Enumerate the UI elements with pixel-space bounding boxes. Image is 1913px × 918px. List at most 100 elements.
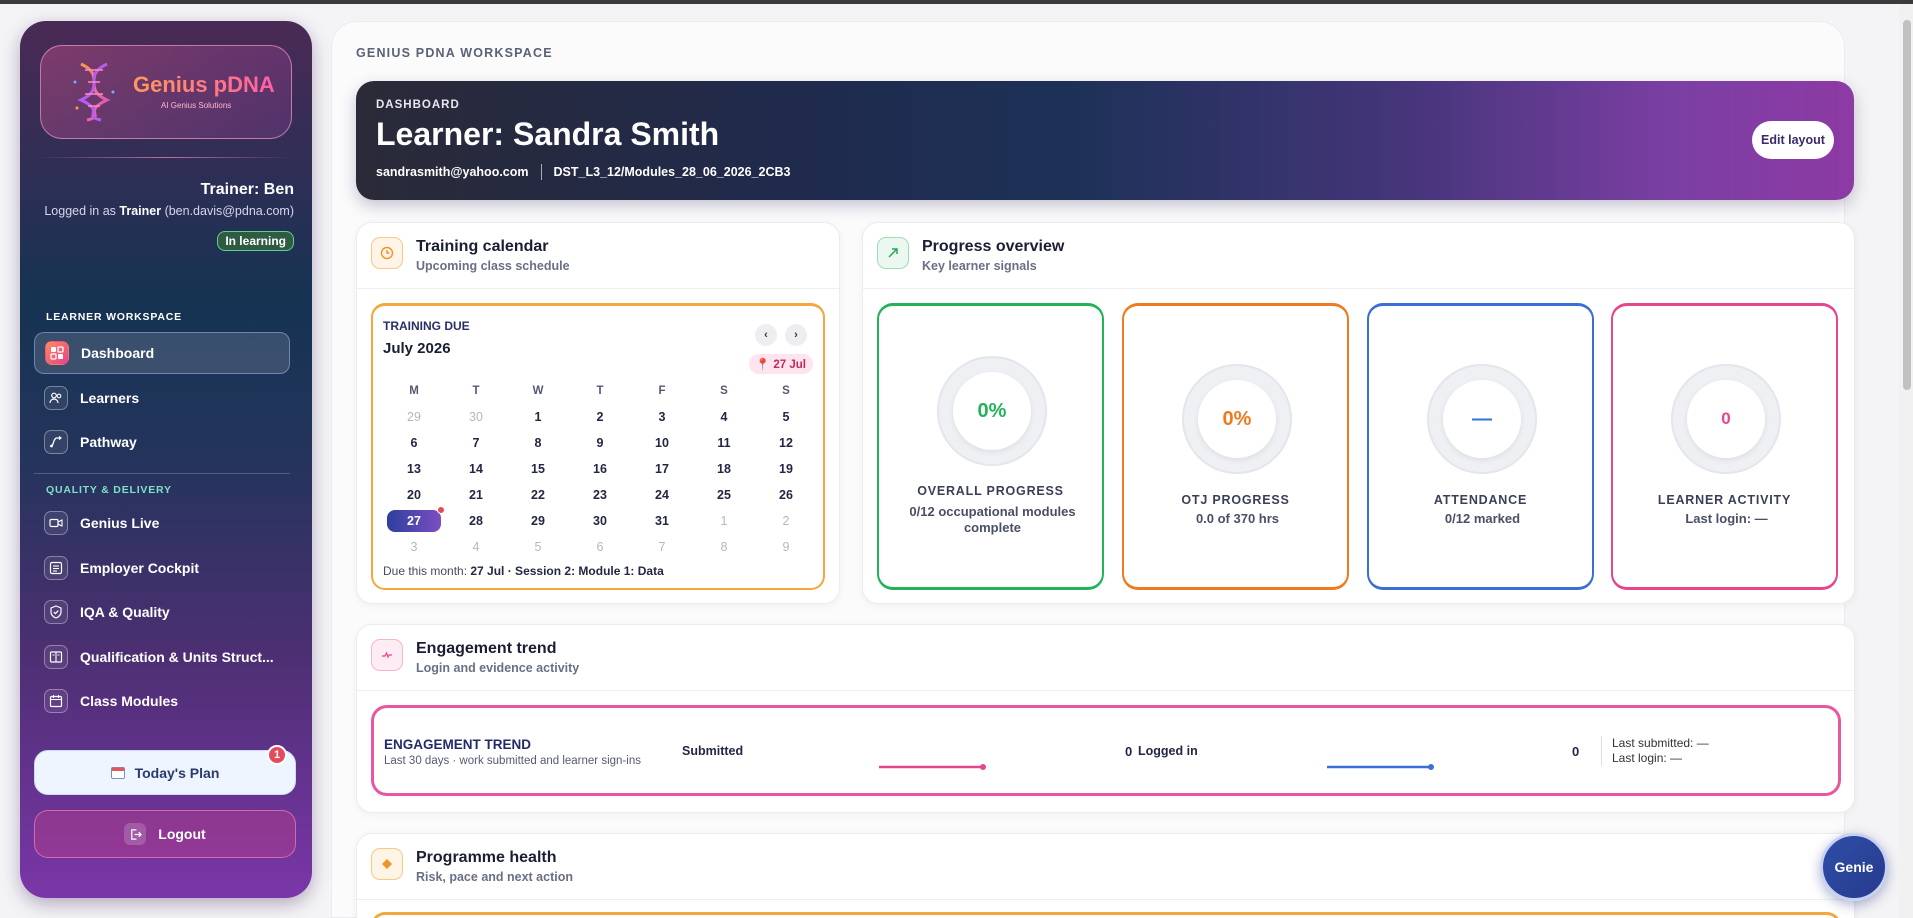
sidebar-item-pathway[interactable]: Pathway — [34, 421, 290, 463]
calendar-day[interactable]: 12 — [755, 436, 817, 450]
calendar-day[interactable]: 7 — [445, 436, 507, 450]
logged-in-prefix: Logged in as — [44, 204, 120, 218]
dna-logo-icon — [73, 62, 115, 122]
calendar-footer: Due this month: 27 Jul · Session 2: Modu… — [383, 564, 664, 578]
calendar-day[interactable]: 27 — [383, 506, 445, 532]
learner-meta: sandrasmith@yahoo.com DST_L3_12/Modules_… — [376, 164, 790, 180]
event-dot — [437, 506, 445, 514]
sidebar-item-employer-cockpit[interactable]: Employer Cockpit — [34, 547, 290, 589]
pin-icon: 📍 — [755, 359, 774, 371]
calendar-day[interactable]: 31 — [631, 514, 693, 528]
window-top-border — [0, 0, 1913, 4]
calendar-day[interactable]: 5 — [507, 540, 569, 554]
weekday-label: T — [596, 385, 604, 397]
calendar-day[interactable]: 6 — [569, 540, 631, 554]
sidebar-item-genius-live[interactable]: Genius Live — [34, 502, 290, 544]
calendar-day[interactable]: 10 — [631, 436, 693, 450]
calendar-day[interactable]: 22 — [507, 488, 569, 502]
calendar-day[interactable]: 30 — [445, 410, 507, 424]
calendar-icon — [44, 689, 68, 713]
next-month-button[interactable]: › — [785, 324, 807, 346]
calendar-day[interactable]: 3 — [383, 540, 445, 554]
calendar-day[interactable]: 2 — [755, 514, 817, 528]
sidebar-item-class-modules[interactable]: Class Modules — [34, 680, 290, 722]
sidebar-item-iqa-quality[interactable]: IQA & Quality — [34, 591, 290, 633]
brand-subtitle: AI Genius Solutions — [161, 101, 232, 110]
metric-label: ATTENDANCE — [1433, 493, 1528, 507]
last-activity: Last submitted: — Last login: — — [1601, 736, 1709, 766]
calendar-week-row: 6 7 8 9 10 11 12 — [383, 430, 817, 456]
metric-attendance[interactable]: — ATTENDANCE 0/12 marked — [1367, 303, 1594, 590]
calendar-day[interactable]: 3 — [631, 410, 693, 424]
calendar-day[interactable]: 7 — [631, 540, 693, 554]
pin-date: 27 Jul — [773, 359, 806, 371]
calendar-card-subtitle: Upcoming class schedule — [416, 259, 570, 273]
edit-layout-button[interactable]: Edit layout — [1752, 121, 1834, 159]
calendar-day[interactable]: 29 — [507, 514, 569, 528]
calendar-day[interactable]: 6 — [383, 436, 445, 450]
brand-logo[interactable]: Genius pDNA AI Genius Solutions — [40, 45, 292, 139]
calendar-week-row: 13 14 15 16 17 18 19 — [383, 456, 817, 482]
progress-card-subtitle: Key learner signals — [922, 259, 1037, 273]
calendar-day[interactable]: 18 — [693, 462, 755, 476]
calendar-day[interactable]: 8 — [693, 540, 755, 554]
calendar-day[interactable]: 2 — [569, 410, 631, 424]
calendar-day[interactable]: 13 — [383, 462, 445, 476]
calendar-day[interactable]: 17 — [631, 462, 693, 476]
calendar-day[interactable]: 4 — [445, 540, 507, 554]
calendar-day[interactable]: 9 — [569, 436, 631, 450]
sidebar-item-dashboard[interactable]: Dashboard — [34, 332, 290, 374]
calendar-day[interactable]: 14 — [445, 462, 507, 476]
calendar-day[interactable]: 1 — [507, 410, 569, 424]
logged-in-email: (ben.davis@pdna.com) — [161, 204, 294, 218]
calendar-day[interactable]: 8 — [507, 436, 569, 450]
prev-month-button[interactable]: ‹ — [755, 324, 777, 346]
todays-plan-label: Today's Plan — [134, 764, 220, 781]
pathway-icon — [44, 430, 68, 454]
calendar-day[interactable]: 20 — [383, 488, 445, 502]
calendar-day[interactable]: 11 — [693, 436, 755, 450]
calendar-day-selected[interactable]: 27 — [387, 506, 445, 532]
metric-learner-activity[interactable]: 0 LEARNER ACTIVITY Last login: — — [1611, 303, 1838, 590]
progress-ring: 0% — [937, 356, 1047, 466]
metric-otj-progress[interactable]: 0% OTJ PROGRESS 0.0 of 370 hrs — [1122, 303, 1349, 590]
notification-badge: 1 — [267, 745, 287, 765]
sidebar-item-qualification-units[interactable]: Qualification & Units Struct... — [34, 636, 290, 678]
sidebar-item-label: Employer Cockpit — [80, 560, 200, 576]
section-learner-workspace: LEARNER WORKSPACE — [46, 311, 182, 323]
logout-button[interactable]: Logout — [34, 810, 296, 858]
calendar-day[interactable]: 15 — [507, 462, 569, 476]
calendar-day[interactable]: 29 — [383, 410, 445, 424]
calendar-day[interactable]: 21 — [445, 488, 507, 502]
calendar-day[interactable]: 23 — [569, 488, 631, 502]
calendar-day[interactable]: 16 — [569, 462, 631, 476]
weekday-label: S — [720, 385, 728, 397]
calendar-day[interactable]: 4 — [693, 410, 755, 424]
card-divider — [357, 690, 1854, 691]
metric-detail: 0.0 of 370 hrs — [1195, 511, 1280, 526]
card-divider — [863, 288, 1854, 289]
main-content: GENIUS PDNA WORKSPACE DASHBOARD Learner:… — [331, 21, 1855, 918]
calendar-day[interactable]: 26 — [755, 488, 817, 502]
calendar-day[interactable]: 1 — [693, 514, 755, 528]
sidebar-item-learners[interactable]: Learners — [34, 377, 290, 419]
page-title: Learner: Sandra Smith — [376, 116, 720, 152]
calendar-day[interactable]: 9 — [755, 540, 817, 554]
calendar-day[interactable]: 30 — [569, 514, 631, 528]
calendar-day-number: 27 — [407, 514, 421, 528]
calendar-day[interactable]: 25 — [693, 488, 755, 502]
calendar-day[interactable]: 5 — [755, 410, 817, 424]
sidebar-divider — [36, 157, 296, 158]
metric-label: LEARNER ACTIVITY — [1657, 493, 1792, 507]
calendar-week-row: 3456789 — [383, 534, 817, 560]
calendar-day[interactable]: 24 — [631, 488, 693, 502]
metric-overall-progress[interactable]: 0% OVERALL PROGRESS 0/12 occupational mo… — [877, 303, 1104, 590]
calendar-day[interactable]: 28 — [445, 514, 507, 528]
todays-plan-button[interactable]: Today's Plan 1 — [34, 745, 296, 795]
genie-assistant-button[interactable]: Genie — [1820, 833, 1888, 901]
scrollbar-thumb[interactable] — [1903, 20, 1911, 390]
sidebar-item-label: Learners — [80, 390, 140, 406]
hero-kicker: DASHBOARD — [376, 99, 460, 111]
users-icon — [44, 386, 68, 410]
calendar-day[interactable]: 19 — [755, 462, 817, 476]
